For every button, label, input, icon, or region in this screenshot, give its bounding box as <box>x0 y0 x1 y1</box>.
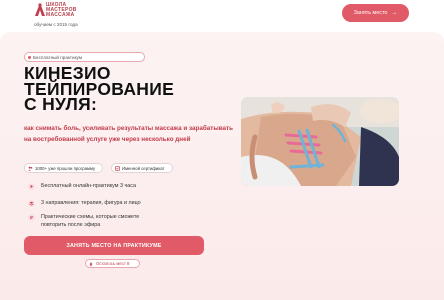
feature-text: 3 направления: терапия, фигура и лицо <box>41 200 141 206</box>
layers-icon <box>28 200 35 207</box>
seats-left-label: Осталось мест 8 <box>96 261 130 266</box>
logo-line-3: МАССАЖА <box>46 12 75 18</box>
logo-mark-icon <box>35 3 45 16</box>
certificate-badge: Именной сертификат <box>111 163 173 173</box>
students-badge-label: 1000+ уже прошли программу <box>35 165 96 171</box>
chip-label: Бесплатный практикум <box>33 54 83 60</box>
logo-since-text: обучаем с 2015 года <box>34 22 78 27</box>
page-title: КИНЕЗИО ТЕЙПИРОВАНИЕ С НУЛЯ: <box>24 65 174 114</box>
logo[interactable]: ШКОЛА МАСТЕРОВ МАССАЖА обучаем с 2015 го… <box>34 2 82 28</box>
certificate-icon <box>115 166 120 171</box>
seats-left-badge: Осталось мест 8 <box>85 259 140 268</box>
feature-text-line-2: повторить после эфира <box>41 222 101 228</box>
play-icon <box>28 183 35 190</box>
arrow-right-icon: → <box>391 10 398 16</box>
logo-text: ШКОЛА МАСТЕРОВ МАССАЖА <box>46 3 77 18</box>
title-line-3: С НУЛЯ: <box>24 94 98 114</box>
header-cta-label: Занять место <box>353 10 388 16</box>
header-cta-button[interactable]: Занять место → <box>342 4 409 22</box>
fire-icon <box>89 262 93 266</box>
free-practicum-chip: Бесплатный практикум <box>24 52 145 62</box>
list-icon <box>28 214 35 221</box>
kinesio-taping-photo <box>241 97 399 186</box>
users-icon <box>28 166 33 171</box>
students-badge: 1000+ уже прошли программу <box>24 163 103 173</box>
practicum-signup-button[interactable]: ЗАНЯТЬ МЕСТО НА ПРАКТИКУМЕ <box>24 236 204 255</box>
site-header: ШКОЛА МАСТЕРОВ МАССАЖА обучаем с 2015 го… <box>0 0 444 32</box>
feature-text-line-1: Практические схемы, которые сможете <box>41 214 140 220</box>
hero-subtitle: как снимать боль, усиливать результаты м… <box>24 125 233 143</box>
certificate-badge-label: Именной сертификат <box>122 165 165 171</box>
dot-icon <box>28 56 31 59</box>
feature-text: Бесплатный онлайн-практикум 3 часа <box>41 183 136 189</box>
